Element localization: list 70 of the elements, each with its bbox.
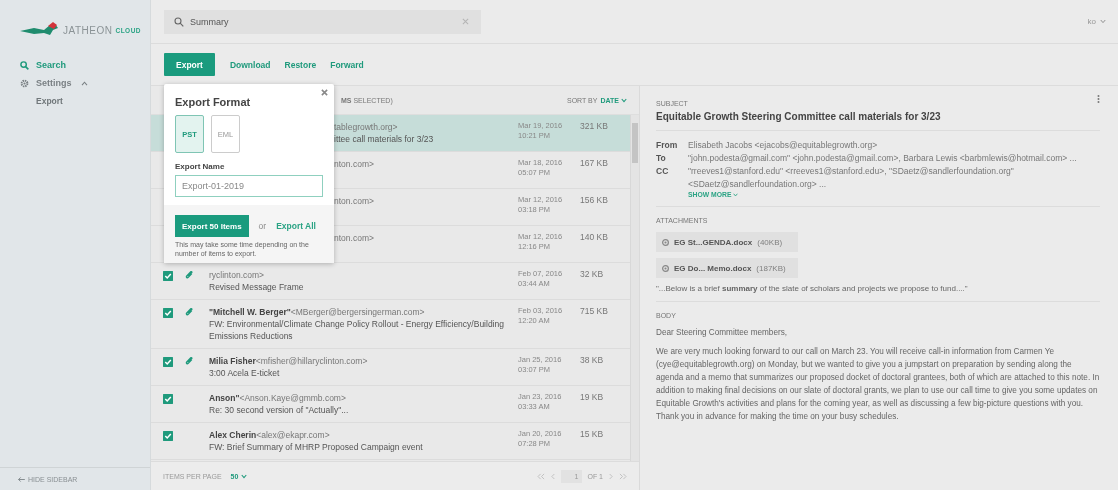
- scrollbar[interactable]: [630, 115, 639, 461]
- email-size: 38 KB: [580, 355, 605, 365]
- nav-item[interactable]: Search: [0, 56, 150, 74]
- snippet-text: "...Below is a brief summary of the slate of scholars and projects we propose to fund....": [656, 284, 969, 293]
- checkbox[interactable]: [163, 431, 173, 441]
- attachment-chip[interactable]: EG St...GENDA.docx (40KB): [656, 232, 798, 252]
- arrow-left-icon: [18, 476, 25, 482]
- export-name-field[interactable]: Export-01-2019: [175, 175, 323, 197]
- email-subject: FW: Environmental/Climate Change Policy Rollout - Energy Efficiency/Building Emissions Reductions: [209, 318, 505, 342]
- email-size: 19 KB: [580, 392, 605, 402]
- email-subject: Re: 30 second version of "Actually"...: [209, 404, 350, 416]
- header-label: To: [656, 152, 667, 165]
- subject-title: Equitable Growth Steering Committee call materials for 3/23: [656, 111, 941, 122]
- body-paragraph: We are very much looking forward to our call on March 23. You will receive call-in information from Carmen Ye (cye@equitablegrowth.org) on Monday, but we wanted to give you a jumpstart on preparation by sending along the agenda and a memo that summarizes our proposed docket of doctoral grantees, both of which are attached to this note. In addition to making final decisions on our slate of doctoral grants, we plan to use our call time to give you some updates on Equitable Growth's activities and plans for the coming year, as well as discussing a few big-picture questions with you. Thank you in advance for making the time on your busy schedules.: [656, 346, 1100, 423]
- email-subject: 3:00 Acela E-ticket: [209, 367, 281, 379]
- checkbox[interactable]: [163, 357, 173, 367]
- checkbox[interactable]: [163, 271, 173, 281]
- email-size: 140 KB: [580, 232, 609, 242]
- sender: nton.com>: [334, 232, 375, 244]
- caret-icon: [1100, 19, 1106, 24]
- checkbox[interactable]: [163, 394, 173, 404]
- attachment-chip[interactable]: EG Do... Memo.docx (187KB): [656, 258, 798, 278]
- attachment-icon: [662, 264, 669, 272]
- search-icon: [20, 60, 29, 70]
- export-items-button[interactable]: Export 50 Items: [175, 215, 249, 237]
- toolbar-link[interactable]: Forward: [325, 59, 369, 70]
- close-icon[interactable]: [321, 89, 328, 96]
- sender: "Mitchell W. Berger"<MBerger@bergersingerman.com>: [209, 306, 426, 318]
- email-size: 715 KB: [580, 306, 609, 316]
- header-value: "john.podesta@gmail.com" <john.podesta@gmail.com>, Barbara Lewis <barbmlewis@hotmail.com> ...: [688, 152, 1077, 165]
- email-size: 32 KB: [580, 269, 605, 279]
- search-field[interactable]: Summary: [164, 9, 481, 34]
- logo-text: JATHEON: [63, 24, 113, 36]
- nav-item[interactable]: Settings: [0, 74, 150, 92]
- sender: ryclinton.com>: [209, 269, 266, 281]
- header-label: CC: [656, 165, 670, 178]
- caret-icon: [241, 473, 248, 479]
- email-size: 167 KB: [580, 158, 609, 168]
- email-subject: FW: Brief Summary of MHRP Proposed Campaign event: [209, 441, 424, 453]
- caret-icon: [621, 97, 627, 103]
- email-size: 15 KB: [580, 429, 605, 439]
- more-options-icon[interactable]: [1097, 94, 1100, 104]
- search-icon: [174, 16, 184, 27]
- logo-icon: [20, 22, 60, 38]
- header-label: From: [656, 139, 679, 152]
- email-size: 156 KB: [580, 195, 609, 205]
- email-subject: Revised Message Frame: [209, 281, 305, 293]
- nav-subitem[interactable]: Export: [0, 92, 150, 110]
- sender: nton.com>: [334, 158, 375, 170]
- user-menu[interactable]: ko: [1087, 17, 1106, 26]
- caret-icon: [80, 80, 88, 86]
- settings-icon: [20, 78, 29, 88]
- toolbar-link[interactable]: Restore: [279, 59, 322, 70]
- sender: tablegrowth.org>: [334, 121, 399, 133]
- sender: Milia Fisher<mfisher@hillaryclinton.com>: [209, 355, 369, 367]
- export-button[interactable]: Export: [164, 53, 215, 76]
- email-subject: ittee call materials for 3/23: [334, 133, 435, 145]
- header-value: "rreeves1@stanford.edu" <rreeves1@stanford.edu>, "SDaetz@sandlerfoundation.org" <SDaetz@sandlerfoundation.org> ...: [688, 165, 1015, 191]
- checkbox[interactable]: [163, 308, 173, 318]
- caret-icon: [733, 192, 739, 197]
- header-value: Elisabeth Jacobs <ejacobs@equitablegrowth.org>: [688, 139, 878, 152]
- email-size: 321 KB: [580, 121, 609, 131]
- sender: nton.com>: [334, 195, 375, 207]
- toolbar-link[interactable]: Download: [224, 59, 276, 70]
- sender: Anson"<Anson.Kaye@gmmb.com>: [209, 392, 347, 404]
- body-paragraph: Dear Steering Committee members,: [656, 327, 789, 339]
- attachment-icon: [662, 238, 669, 246]
- popup-title: Export Format: [175, 96, 252, 108]
- sender: Alex Cherin<alex@ekapr.com>: [209, 429, 331, 441]
- field-label: Export Name: [175, 162, 226, 171]
